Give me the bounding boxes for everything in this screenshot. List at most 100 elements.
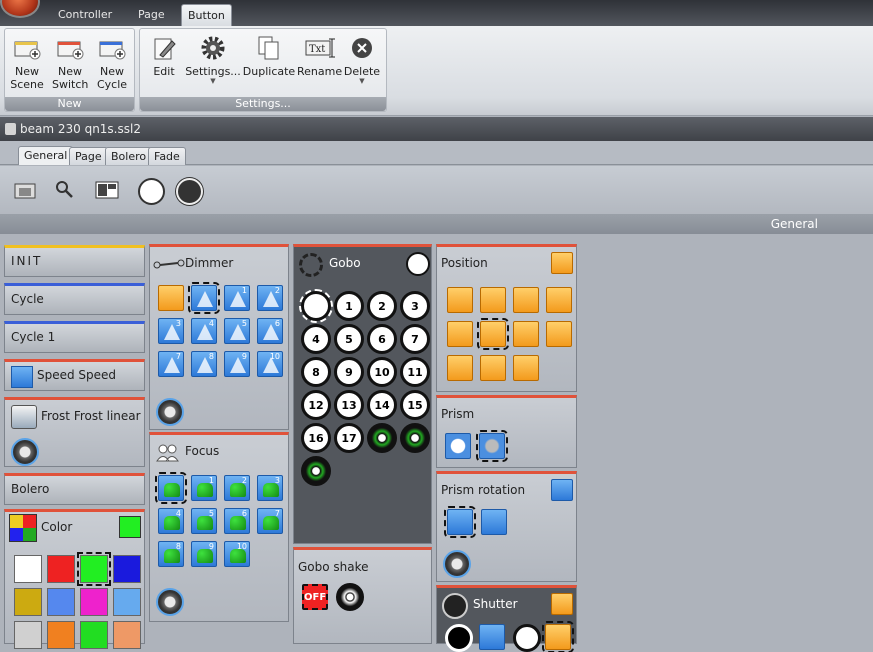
focus-preset-button[interactable]: 2	[224, 475, 250, 501]
position-figure-eight-button[interactable]	[477, 318, 509, 350]
position-horizontal-button[interactable]	[513, 321, 539, 347]
shutter-random-button[interactable]	[542, 621, 574, 652]
tab-general[interactable]: General	[18, 146, 74, 165]
tab-page-2[interactable]: Page	[69, 147, 108, 165]
gobo-button[interactable]: 14	[367, 390, 397, 420]
position-shift-up-button[interactable]	[480, 287, 506, 313]
color-swatch[interactable]	[113, 588, 141, 616]
gobo-shake-button[interactable]	[336, 583, 364, 611]
prism-off-button[interactable]	[445, 433, 471, 459]
position-zigzag-button[interactable]	[447, 321, 473, 347]
gobo-button[interactable]: 11	[400, 357, 430, 387]
gobo-button[interactable]: 12	[301, 390, 331, 420]
new-switch-button[interactable]: New Switch	[52, 31, 88, 91]
dimmer-preset-button[interactable]: 10	[257, 351, 283, 377]
gobo-button[interactable]: 2	[367, 291, 397, 321]
focus-preset-button[interactable]: 7	[257, 508, 283, 534]
tab-controller[interactable]: Controller	[52, 4, 118, 26]
dimmer-preset-button[interactable]: 9	[224, 351, 250, 377]
gobo-shake-preset-button[interactable]	[301, 456, 331, 486]
focus-preset-button[interactable]: 5	[191, 508, 217, 534]
dimmer-preset-button[interactable]: 8	[191, 351, 217, 377]
color-swatch[interactable]	[14, 555, 42, 583]
gobo-open-button[interactable]	[299, 289, 333, 323]
tab-button[interactable]: Button	[181, 4, 232, 26]
dimmer-open-button[interactable]	[188, 282, 220, 314]
gobo-button[interactable]: 15	[400, 390, 430, 420]
tab-bolero[interactable]: Bolero	[105, 147, 153, 165]
gobo-button[interactable]: 10	[367, 357, 397, 387]
open-icon[interactable]	[13, 179, 37, 201]
duplicate-button[interactable]: Duplicate	[242, 31, 296, 78]
color-swatch[interactable]	[47, 621, 75, 649]
color-swatch[interactable]	[113, 621, 141, 649]
cue-cycle-1[interactable]: Cycle 1	[4, 321, 145, 353]
prism-3facet-button[interactable]	[476, 430, 508, 462]
color-swatch[interactable]	[14, 588, 42, 616]
focus-preset-button[interactable]: 6	[224, 508, 250, 534]
gobo-button[interactable]: 17	[334, 423, 364, 453]
color-swatch[interactable]	[14, 621, 42, 649]
position-vertical-double-button[interactable]	[480, 355, 506, 381]
color-swatch[interactable]	[80, 588, 108, 616]
gobo-button[interactable]: 5	[334, 324, 364, 354]
tab-page[interactable]: Page	[132, 4, 171, 26]
gobo-button[interactable]: 1	[334, 291, 364, 321]
prism-rotation-dial[interactable]	[443, 550, 471, 578]
position-horizontal-double-button[interactable]	[546, 321, 572, 347]
focus-preset-button[interactable]: 3	[257, 475, 283, 501]
position-spiral-button[interactable]	[513, 355, 539, 381]
gobo-button[interactable]: 9	[334, 357, 364, 387]
focus-preset-button[interactable]: 8	[158, 541, 184, 567]
prism-rotate-cw-button[interactable]	[444, 506, 476, 538]
position-s-curve-button[interactable]	[546, 287, 572, 313]
dimmer-preset-button[interactable]: 6	[257, 318, 283, 344]
delete-button[interactable]: Delete ▼	[341, 31, 383, 85]
cue-bolero[interactable]: Bolero	[4, 473, 145, 505]
gobo-button[interactable]: 7	[400, 324, 430, 354]
focus-dial[interactable]	[156, 588, 184, 616]
position-vertical-button[interactable]	[447, 355, 473, 381]
focus-preset-button[interactable]: 1	[191, 475, 217, 501]
color-swatch[interactable]	[113, 555, 141, 583]
settings-button[interactable]: Settings... ▼	[184, 31, 242, 85]
color-swatch[interactable]	[47, 555, 75, 583]
gobo-shake-off-button[interactable]: OFF	[302, 584, 328, 610]
color-swatch[interactable]	[47, 588, 75, 616]
gobo-button[interactable]: 6	[367, 324, 397, 354]
application-menu-button[interactable]	[0, 0, 40, 18]
gobo-rotate-button[interactable]	[400, 423, 430, 453]
gobo-button[interactable]: 8	[301, 357, 331, 387]
black-circle-button[interactable]	[176, 178, 203, 205]
focus-preset-button[interactable]: 9	[191, 541, 217, 567]
focus-preset-button[interactable]: 10	[224, 541, 250, 567]
rename-button[interactable]: Txt Rename	[297, 31, 342, 78]
shutter-strobe-button[interactable]	[479, 624, 505, 650]
position-double-circle-button[interactable]	[513, 287, 539, 313]
gobo-rotate-button[interactable]	[367, 423, 397, 453]
prism-rotate-ccw-button[interactable]	[481, 509, 507, 535]
dimmer-preset-button[interactable]: 3	[158, 318, 184, 344]
gobo-button[interactable]: 13	[334, 390, 364, 420]
dimmer-preset-button[interactable]: 1	[224, 285, 250, 311]
gobo-button[interactable]: 3	[400, 291, 430, 321]
edit-button[interactable]: Edit	[146, 31, 182, 78]
color-swatch[interactable]	[77, 552, 111, 586]
dimmer-dial[interactable]	[156, 398, 184, 426]
gobo-button[interactable]: 16	[301, 423, 331, 453]
dimmer-preset-button[interactable]: 2	[257, 285, 283, 311]
cue-init[interactable]: INIT	[4, 245, 145, 277]
cue-speed[interactable]: Speed Speed	[4, 359, 145, 391]
color-swatch[interactable]	[80, 621, 108, 649]
focus-default-button[interactable]	[155, 472, 187, 504]
document-tab[interactable]: beam 230 qn1s.ssl2	[0, 117, 873, 141]
dimmer-preset-button[interactable]: 7	[158, 351, 184, 377]
layout-icon[interactable]	[95, 179, 119, 201]
shutter-closed-button[interactable]	[445, 624, 473, 652]
dimmer-fade-button[interactable]	[158, 285, 184, 311]
dimmer-preset-button[interactable]: 4	[191, 318, 217, 344]
focus-preset-button[interactable]: 4	[158, 508, 184, 534]
search-icon[interactable]	[53, 179, 77, 201]
shutter-open-button[interactable]	[513, 624, 541, 652]
position-circle-button[interactable]	[447, 287, 473, 313]
